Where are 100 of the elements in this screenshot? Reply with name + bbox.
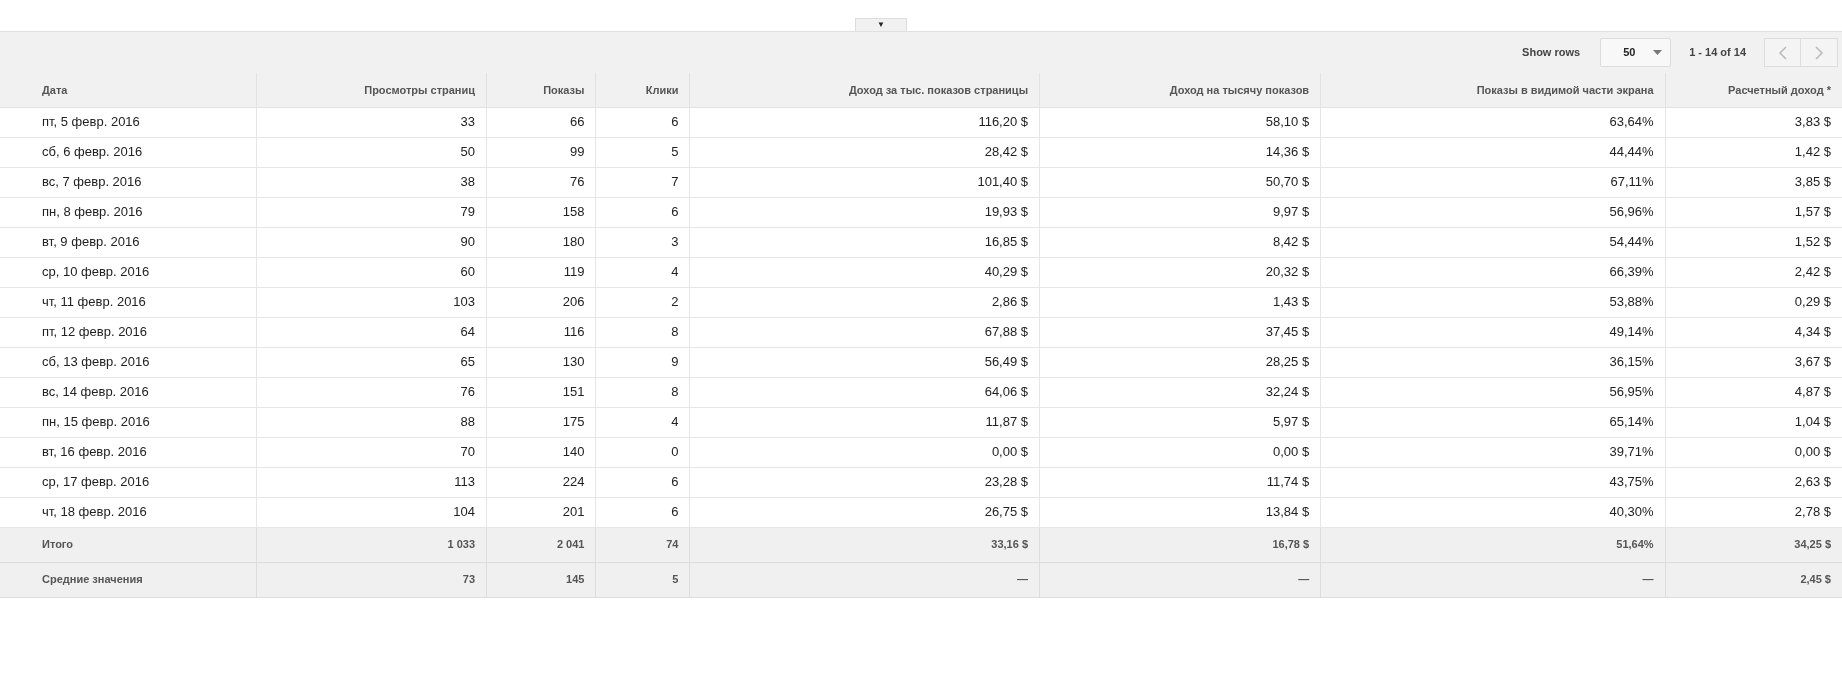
table-cell: 0 <box>595 437 690 467</box>
table-cell: 4,87 $ <box>1665 377 1842 407</box>
table-cell: 6 <box>595 467 690 497</box>
summary-cell: — <box>689 562 1040 597</box>
table-cell: 0,00 $ <box>1665 437 1842 467</box>
table-cell: 56,95% <box>1320 377 1666 407</box>
table-cell: 50 <box>256 137 487 167</box>
table-cell: 79 <box>256 197 487 227</box>
column-header[interactable]: Показы в видимой части экрана <box>1320 73 1666 107</box>
table-cell: 28,42 $ <box>689 137 1040 167</box>
table-cell: 116 <box>486 317 596 347</box>
table-cell: пн, 8 февр. 2016 <box>0 197 257 227</box>
table-cell: 5,97 $ <box>1039 407 1321 437</box>
table-cell: 40,29 $ <box>689 257 1040 287</box>
chevron-right-icon <box>1814 45 1824 60</box>
table-cell: 7 <box>595 167 690 197</box>
table-cell: 130 <box>486 347 596 377</box>
table-cell: 2,42 $ <box>1665 257 1842 287</box>
column-header[interactable]: Расчетный доход * <box>1665 73 1842 107</box>
table-cell: 104 <box>256 497 487 527</box>
table-cell: 56,96% <box>1320 197 1666 227</box>
table-cell: 8 <box>595 317 690 347</box>
table-cell: 0,29 $ <box>1665 287 1842 317</box>
table-cell: 39,71% <box>1320 437 1666 467</box>
table-cell: 5 <box>595 137 690 167</box>
table-cell: 1,04 $ <box>1665 407 1842 437</box>
table-cell: 1,57 $ <box>1665 197 1842 227</box>
table-cell: 4,34 $ <box>1665 317 1842 347</box>
summary-cell: — <box>1320 562 1666 597</box>
table-cell: вт, 9 февр. 2016 <box>0 227 257 257</box>
table-cell: 43,75% <box>1320 467 1666 497</box>
rows-per-page-select[interactable]: 50 <box>1600 38 1672 67</box>
table-cell: 23,28 $ <box>689 467 1040 497</box>
summary-cell: 2,45 $ <box>1665 562 1842 597</box>
table-cell: ср, 10 февр. 2016 <box>0 257 257 287</box>
table-cell: 0,00 $ <box>689 437 1040 467</box>
table-cell: 60 <box>256 257 487 287</box>
chevron-left-icon <box>1778 45 1787 60</box>
table-cell: 14,36 $ <box>1039 137 1321 167</box>
table-cell: 1,43 $ <box>1039 287 1321 317</box>
table-cell: 180 <box>486 227 596 257</box>
table-cell: 8,42 $ <box>1039 227 1321 257</box>
summary-cell: 16,78 $ <box>1039 527 1321 562</box>
table-cell: 66 <box>486 107 596 137</box>
table-cell: 2,63 $ <box>1665 467 1842 497</box>
table-cell: 99 <box>486 137 596 167</box>
table-cell: 103 <box>256 287 487 317</box>
summary-cell: 34,25 $ <box>1665 527 1842 562</box>
table-cell: 9 <box>595 347 690 377</box>
summary-cell: 145 <box>486 562 596 597</box>
table-cell: 6 <box>595 497 690 527</box>
table-cell: 70 <box>256 437 487 467</box>
table-cell: 4 <box>595 407 690 437</box>
page-range: 1 - 14 of 14 <box>1689 45 1746 61</box>
table-cell: 67,88 $ <box>689 317 1040 347</box>
table-cell: 13,84 $ <box>1039 497 1321 527</box>
column-header[interactable]: Клики <box>595 73 690 107</box>
table-cell: 44,44% <box>1320 137 1666 167</box>
table-cell: 201 <box>486 497 596 527</box>
table-cell: 2,86 $ <box>689 287 1040 317</box>
table-cell: ср, 17 февр. 2016 <box>0 467 257 497</box>
caret-icon <box>1653 50 1663 55</box>
table-cell: 3,67 $ <box>1665 347 1842 377</box>
table-cell: вс, 7 февр. 2016 <box>0 167 257 197</box>
summary-label: Итого <box>0 527 257 562</box>
table-cell: 101,40 $ <box>689 167 1040 197</box>
table-cell: сб, 6 февр. 2016 <box>0 137 257 167</box>
table-cell: 90 <box>256 227 487 257</box>
table-cell: вс, 14 февр. 2016 <box>0 377 257 407</box>
table-cell: 175 <box>486 407 596 437</box>
table-cell: 4 <box>595 257 690 287</box>
collapse-tab[interactable]: ▼ <box>855 18 907 31</box>
table-cell: 56,49 $ <box>689 347 1040 377</box>
table-cell: 19,93 $ <box>689 197 1040 227</box>
column-header[interactable]: Доход за тыс. показов страницы <box>689 73 1040 107</box>
table-cell: 3,85 $ <box>1665 167 1842 197</box>
table-cell: 6 <box>595 107 690 137</box>
table-cell: 40,30% <box>1320 497 1666 527</box>
table-cell: 49,14% <box>1320 317 1666 347</box>
table-cell: 76 <box>256 377 487 407</box>
table-cell: 9,97 $ <box>1039 197 1321 227</box>
table-cell: 67,11% <box>1320 167 1666 197</box>
table-cell: 37,45 $ <box>1039 317 1321 347</box>
column-header[interactable]: Показы <box>486 73 596 107</box>
column-header[interactable]: Просмотры страниц <box>256 73 487 107</box>
table-cell: 28,25 $ <box>1039 347 1321 377</box>
table-cell: 20,32 $ <box>1039 257 1321 287</box>
table-cell: 64 <box>256 317 487 347</box>
summary-cell: 73 <box>256 562 487 597</box>
table-cell: 116,20 $ <box>689 107 1040 137</box>
table-cell: вт, 16 февр. 2016 <box>0 437 257 467</box>
table-cell: пт, 5 февр. 2016 <box>0 107 257 137</box>
table-cell: 6 <box>595 197 690 227</box>
table-cell: 113 <box>256 467 487 497</box>
table-cell: 65,14% <box>1320 407 1666 437</box>
table-cell: 65 <box>256 347 487 377</box>
column-header[interactable]: Доход на тысячу показов <box>1039 73 1321 107</box>
table-cell: 88 <box>256 407 487 437</box>
table-cell: 3,83 $ <box>1665 107 1842 137</box>
column-header[interactable]: Дата <box>0 73 257 107</box>
